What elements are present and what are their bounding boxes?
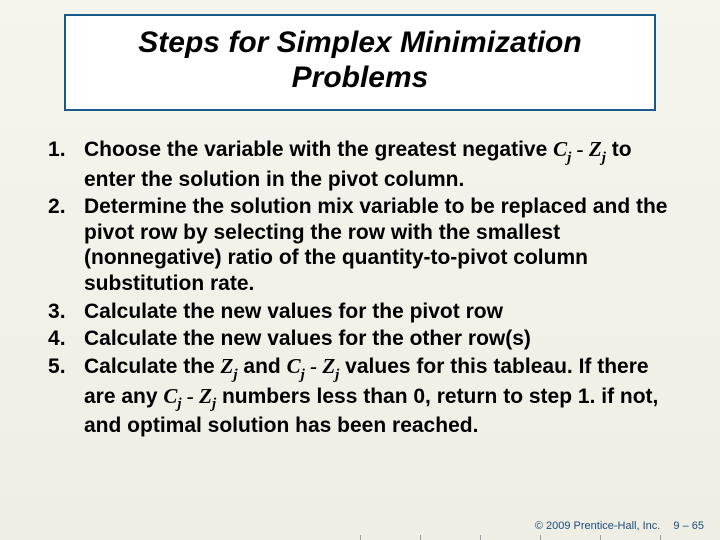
list-item: Calculate the new values for the other r… [38, 326, 682, 352]
step-text: Choose the variable with the greatest ne… [84, 138, 553, 161]
math-C: C [553, 137, 567, 161]
copyright-text: © 2009 Prentice-Hall, Inc. [535, 520, 661, 532]
math-sub-j: j [177, 396, 181, 412]
list-item: Determine the solution mix variable to b… [38, 194, 682, 296]
math-Z: Z [589, 137, 602, 161]
list-item: Calculate the new values for the pivot r… [38, 299, 682, 325]
math-and: and [238, 355, 287, 378]
math-C: C [287, 354, 301, 378]
math-sub-j: j [212, 396, 216, 412]
math-sub-j: j [602, 150, 606, 166]
math-sub-j: j [233, 367, 237, 383]
math-Z: Z [322, 354, 335, 378]
page-number: 9 – 65 [673, 520, 704, 532]
math-sub-j: j [567, 150, 571, 166]
math-sub-j: j [335, 367, 339, 383]
slide: Steps for Simplex Minimization Problems … [0, 0, 720, 540]
step-text: Calculate the [84, 355, 221, 378]
footer: © 2009 Prentice-Hall, Inc. 9 – 65 [535, 520, 704, 532]
math-Z: Z [221, 354, 234, 378]
ruler-ticks [0, 534, 720, 540]
math-sub-j: j [301, 367, 305, 383]
step-text: Calculate the new values for the pivot r… [84, 300, 503, 323]
list-item: Choose the variable with the greatest ne… [38, 137, 682, 192]
math-C: C [163, 384, 177, 408]
math-minus: - [571, 137, 589, 161]
math-minus: - [305, 354, 323, 378]
math-Z: Z [199, 384, 212, 408]
step-text: Determine the solution mix variable to b… [84, 195, 667, 295]
content-area: Choose the variable with the greatest ne… [28, 137, 692, 439]
math-minus: - [182, 384, 200, 408]
slide-title: Steps for Simplex Minimization Problems [82, 26, 638, 95]
steps-list: Choose the variable with the greatest ne… [38, 137, 682, 439]
step-text: Calculate the new values for the other r… [84, 327, 531, 350]
list-item: Calculate the Zj and Cj - Zj values for … [38, 354, 682, 439]
title-box: Steps for Simplex Minimization Problems [64, 14, 656, 111]
